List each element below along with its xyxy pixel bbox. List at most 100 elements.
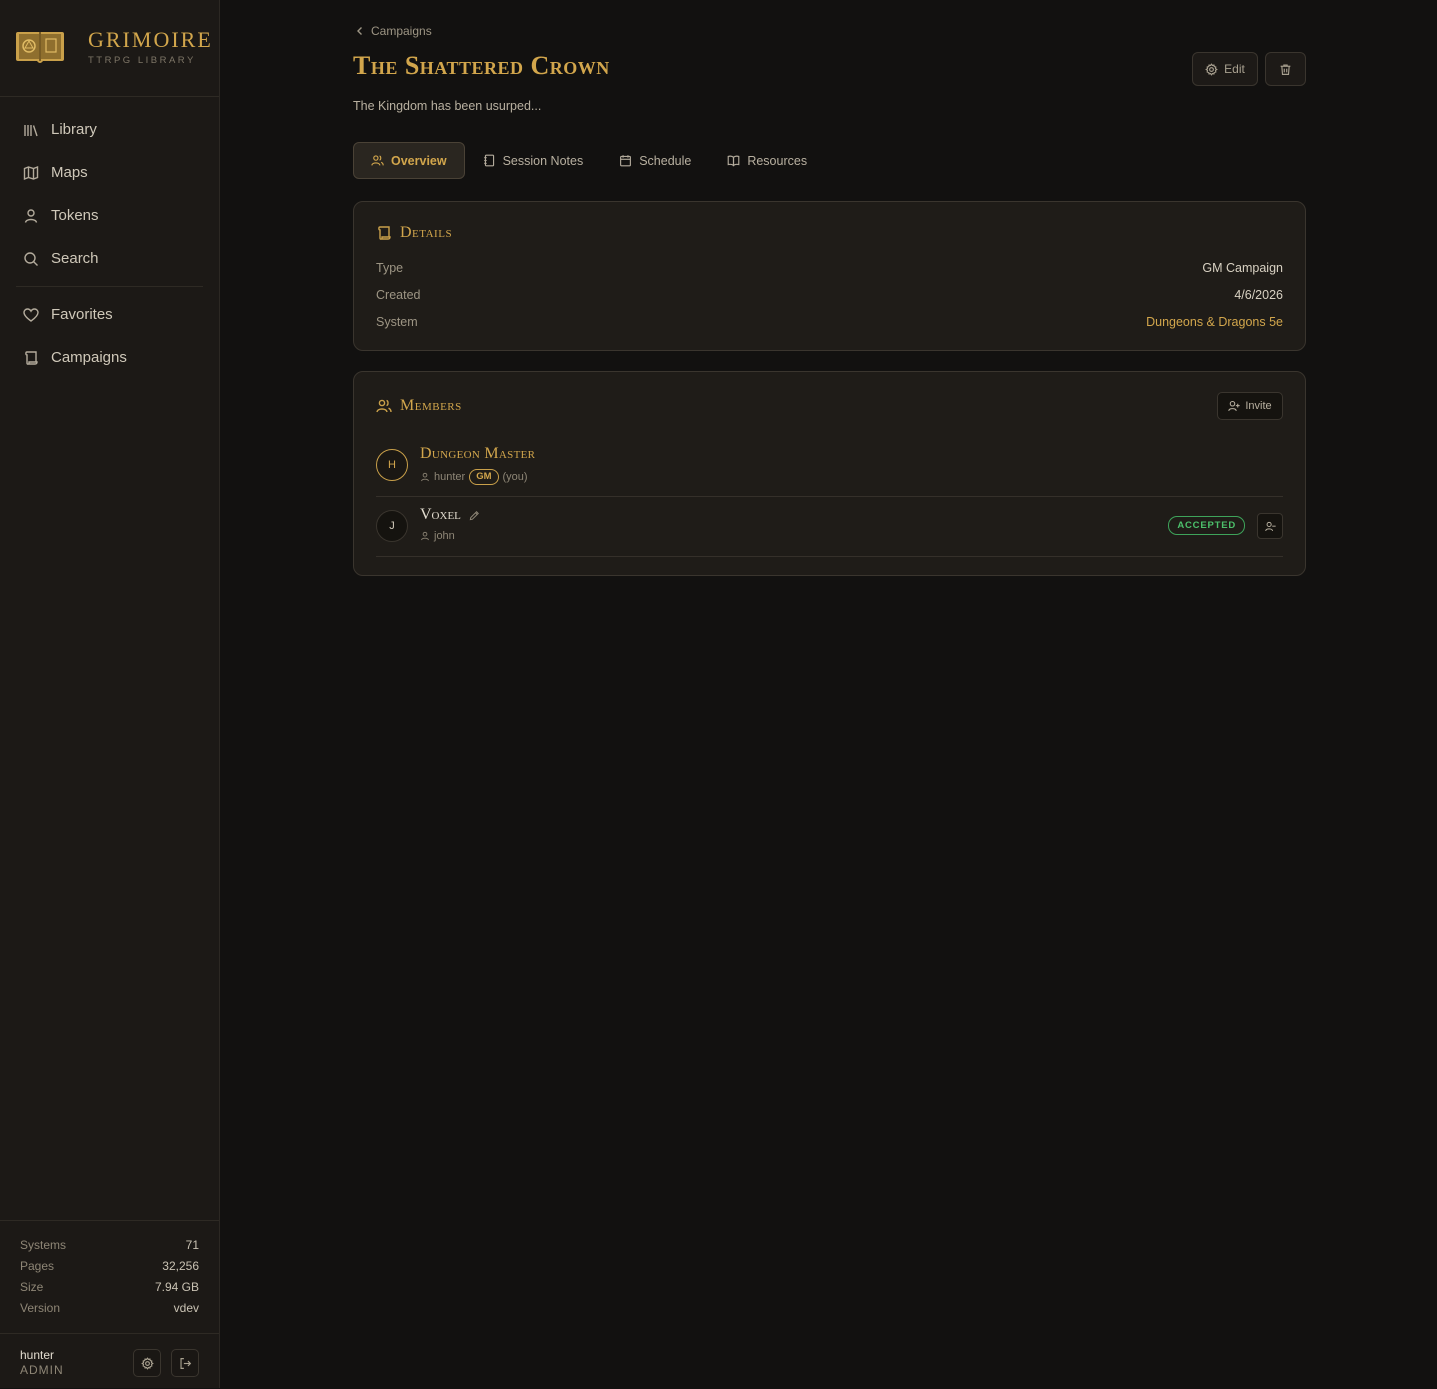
- stat-label: Size: [20, 1280, 44, 1294]
- member-username: john: [434, 530, 455, 542]
- pencil-icon[interactable]: [469, 510, 480, 521]
- users-icon: [376, 398, 392, 414]
- stat-row-systems: Systems 71: [0, 1235, 219, 1256]
- user-box: hunter ADMIN: [0, 1333, 219, 1389]
- invite-label: Invite: [1245, 400, 1272, 412]
- detail-row-type: Type GM Campaign: [376, 261, 1283, 275]
- page-title: The Shattered Crown: [353, 51, 610, 80]
- user-plus-icon: [1228, 400, 1240, 412]
- detail-label: System: [376, 315, 418, 329]
- detail-label: Created: [376, 288, 421, 302]
- member-row: H Dungeon Master hunter GM (you): [376, 436, 1283, 497]
- brand-title: GRIMOIRE: [88, 27, 213, 52]
- tab-label: Schedule: [639, 153, 692, 168]
- brand: GRIMOIRE TTRPG LIBRARY: [0, 0, 219, 97]
- logout-button[interactable]: [171, 1349, 199, 1377]
- breadcrumb[interactable]: Campaigns: [355, 24, 432, 38]
- notebook-icon: [483, 154, 496, 167]
- tab-schedule[interactable]: Schedule: [601, 142, 709, 179]
- nav-item-tokens[interactable]: Tokens: [16, 194, 203, 237]
- gear-icon: [140, 1356, 154, 1370]
- map-icon: [23, 165, 39, 181]
- detail-value: 4/6/2026: [1234, 288, 1283, 302]
- stat-label: Systems: [20, 1238, 67, 1252]
- members-card: Members Invite H Dungeon Master hunter G…: [353, 371, 1306, 576]
- user-role: ADMIN: [20, 1363, 64, 1377]
- members-header: Members: [376, 397, 462, 415]
- library-icon: [23, 122, 39, 138]
- heart-icon: [23, 307, 39, 323]
- campaign-tabs: Overview Session Notes Schedule Resource…: [353, 142, 825, 179]
- delete-button[interactable]: [1265, 52, 1306, 86]
- details-heading: Details: [400, 224, 453, 241]
- sidebar: GRIMOIRE TTRPG LIBRARY Library Maps Toke…: [0, 0, 220, 1388]
- member-name-wrap: Voxel: [420, 506, 480, 524]
- campaign-description: The Kingdom has been usurped...: [353, 99, 542, 113]
- gear-icon: [1205, 62, 1218, 76]
- member-row: J Voxel john ACCEPTED: [376, 496, 1283, 557]
- user-icon: [420, 531, 430, 541]
- chevron-left-icon: [355, 26, 365, 36]
- member-role-button[interactable]: [1257, 513, 1283, 539]
- tab-session-notes[interactable]: Session Notes: [465, 142, 602, 179]
- detail-row-system: System Dungeons & Dragons 5e: [376, 315, 1283, 329]
- avatar: J: [376, 510, 408, 542]
- nav-divider: [16, 286, 203, 287]
- nav-item-search[interactable]: Search: [16, 237, 203, 280]
- scroll-icon: [376, 225, 392, 241]
- stat-label: Version: [20, 1301, 61, 1315]
- members-heading: Members: [400, 397, 462, 414]
- breadcrumb-label: Campaigns: [371, 24, 432, 38]
- nav-item-label: Tokens: [51, 207, 99, 224]
- tab-label: Overview: [391, 153, 447, 168]
- gm-badge: GM: [469, 469, 499, 485]
- nav-item-favorites[interactable]: Favorites: [16, 293, 203, 336]
- user-name: hunter: [20, 1348, 55, 1362]
- brand-subtitle: TTRPG LIBRARY: [88, 55, 196, 66]
- logout-icon: [179, 1357, 192, 1370]
- member-meta: john: [420, 530, 455, 542]
- calendar-icon: [619, 154, 632, 167]
- nav-item-label: Campaigns: [51, 349, 127, 366]
- nav-item-maps[interactable]: Maps: [16, 151, 203, 194]
- search-icon: [23, 251, 39, 267]
- stat-row-size: Size 7.94 GB: [0, 1277, 219, 1298]
- settings-button[interactable]: [133, 1349, 161, 1377]
- edit-label: Edit: [1224, 62, 1245, 76]
- you-label: (you): [502, 471, 528, 483]
- nav-item-label: Library: [51, 121, 97, 138]
- nav-item-label: Favorites: [51, 306, 113, 323]
- user-minus-icon: [1264, 521, 1276, 532]
- user-icon: [420, 472, 430, 482]
- stat-value: 71: [185, 1238, 199, 1252]
- book-open-icon: [727, 154, 740, 167]
- invite-button[interactable]: Invite: [1217, 392, 1283, 420]
- library-stats: Systems 71 Pages 32,256 Size 7.94 GB Ver…: [0, 1220, 219, 1334]
- avatar: H: [376, 449, 408, 481]
- member-username: hunter: [434, 471, 466, 483]
- system-link[interactable]: Dungeons & Dragons 5e: [1146, 315, 1283, 329]
- trash-icon: [1279, 63, 1292, 76]
- users-icon: [371, 154, 384, 167]
- detail-value: GM Campaign: [1202, 261, 1283, 275]
- scroll-icon: [23, 350, 39, 366]
- primary-nav: Library Maps Tokens Search Favorites Cam…: [16, 108, 203, 379]
- nav-item-label: Maps: [51, 164, 88, 181]
- stat-value: 7.94 GB: [154, 1280, 199, 1294]
- details-card: Details Type GM Campaign Created 4/6/202…: [353, 201, 1306, 351]
- grimoire-logo-icon[interactable]: [15, 29, 65, 65]
- stat-row-pages: Pages 32,256: [0, 1256, 219, 1277]
- edit-button[interactable]: Edit: [1192, 52, 1258, 86]
- nav-item-library[interactable]: Library: [16, 108, 203, 151]
- stat-label: Pages: [20, 1259, 55, 1273]
- detail-row-created: Created 4/6/2026: [376, 288, 1283, 302]
- nav-item-campaigns[interactable]: Campaigns: [16, 336, 203, 379]
- tab-label: Session Notes: [502, 153, 584, 168]
- tab-resources[interactable]: Resources: [709, 142, 825, 179]
- stat-row-version: Version vdev: [0, 1298, 219, 1319]
- tab-overview[interactable]: Overview: [353, 142, 465, 179]
- stat-value: 32,256: [162, 1259, 199, 1273]
- member-name: Dungeon Master: [420, 445, 536, 462]
- tab-label: Resources: [747, 153, 808, 168]
- details-header: Details: [376, 224, 452, 242]
